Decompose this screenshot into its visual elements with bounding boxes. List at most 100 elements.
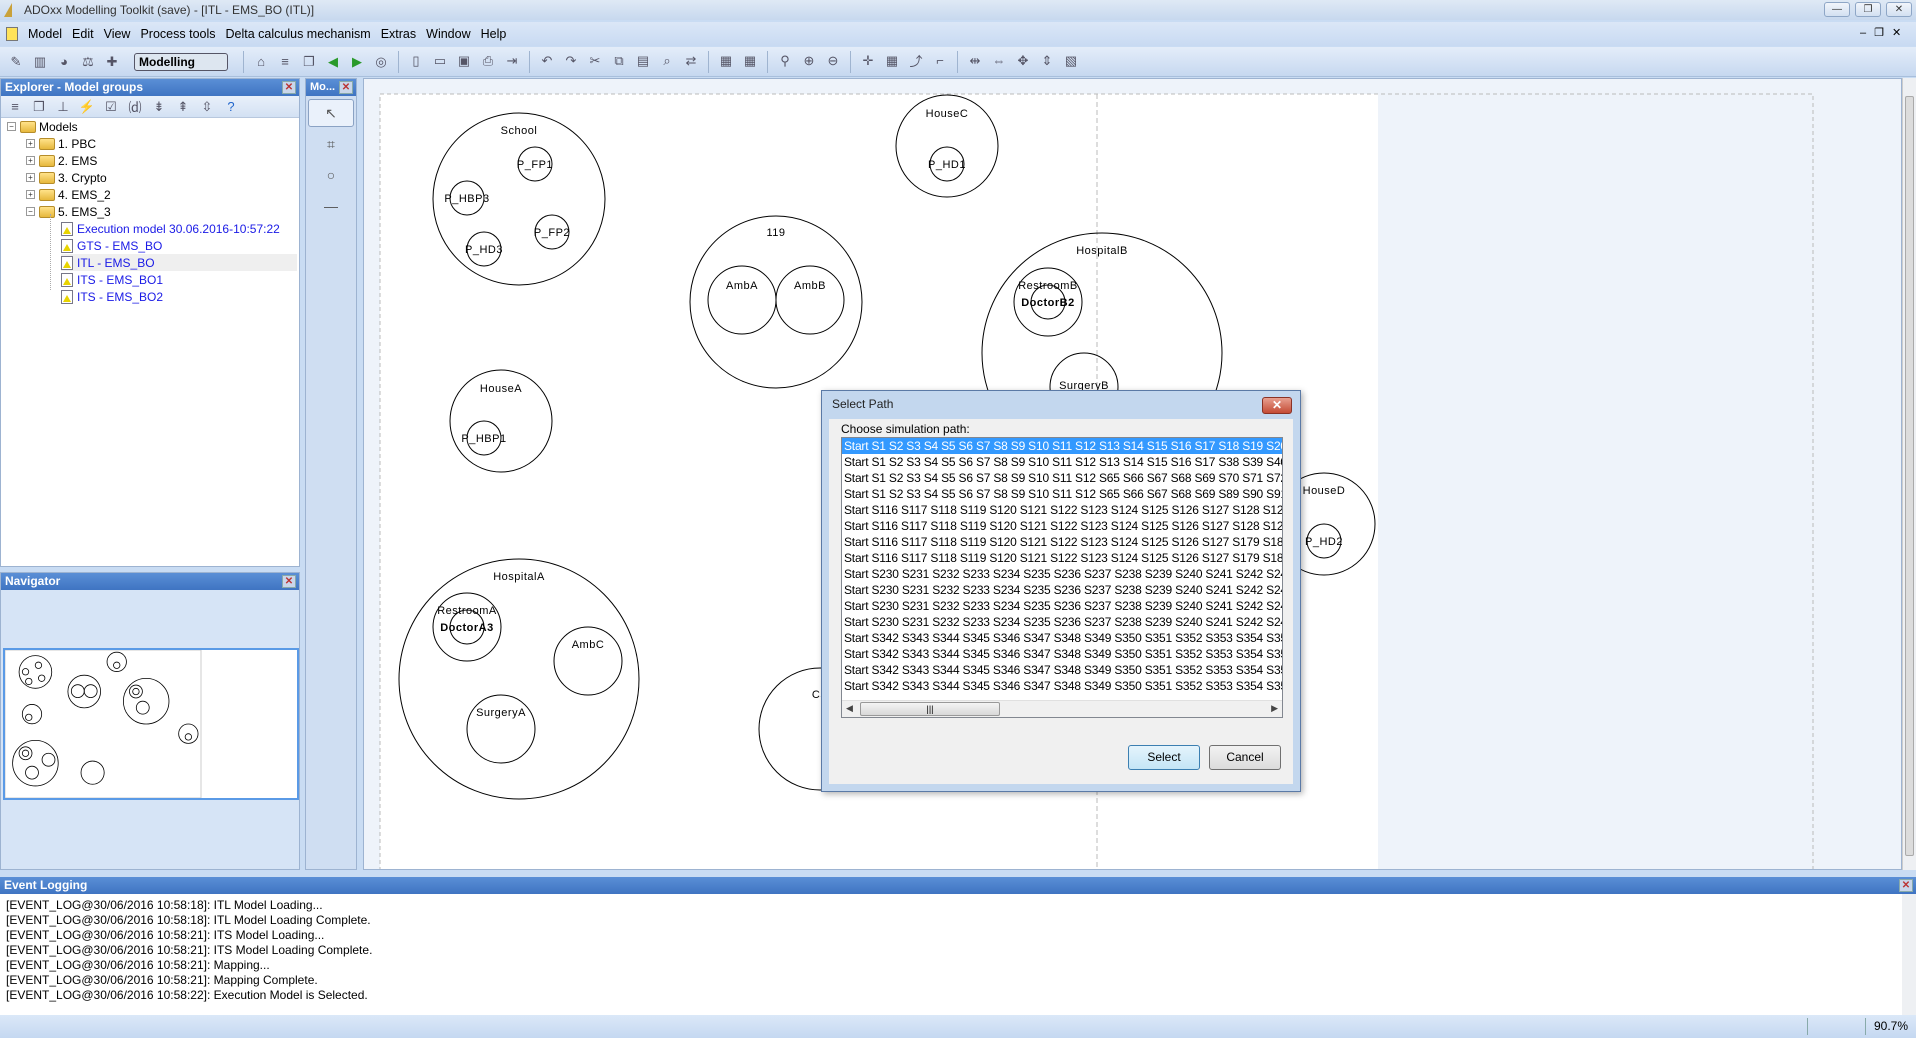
replace-icon[interactable]: ⇄ — [681, 51, 701, 71]
collapse-icon[interactable]: − — [7, 122, 16, 131]
puzzle-icon[interactable]: ✚ — [102, 52, 122, 72]
path-option[interactable]: Start S1 S2 S3 S4 S5 S6 S7 S8 S9 S10 S11… — [842, 438, 1282, 454]
mode-selector[interactable]: Modelling — [134, 52, 228, 71]
line-tool[interactable]: — — [308, 192, 354, 220]
tree-model[interactable]: ITL - EMS_BO — [61, 254, 297, 271]
forward-icon[interactable]: ▶ — [347, 52, 367, 72]
path-option[interactable]: Start S116 S117 S118 S119 S120 S121 S122… — [842, 518, 1282, 534]
save-icon[interactable]: ▣ — [454, 51, 474, 71]
path-option[interactable]: Start S1 S2 S3 S4 S5 S6 S7 S8 S9 S10 S11… — [842, 454, 1282, 470]
cut-icon[interactable]: ✂ — [585, 51, 605, 71]
tree-model[interactable]: Execution model 30.06.2016-10:57:22 — [61, 220, 297, 237]
check-folder-icon[interactable]: ☑ — [101, 97, 121, 117]
redo-icon[interactable]: ↷ — [561, 51, 581, 71]
close-icon[interactable]: ✕ — [1899, 879, 1913, 892]
zoom-in-icon[interactable]: ⊕ — [799, 51, 819, 71]
log-scrollbar[interactable] — [1902, 894, 1916, 1015]
expand-icon[interactable]: + — [26, 156, 35, 165]
bracket-icon[interactable]: ⒟ — [125, 97, 145, 117]
tree-model[interactable]: ITS - EMS_BO1 — [61, 271, 297, 288]
expand-icon[interactable]: + — [26, 173, 35, 182]
cancel-button[interactable]: Cancel — [1209, 745, 1281, 770]
horizontal-scrollbar[interactable]: ◀ ||| ▶ — [842, 700, 1282, 717]
grid-icon[interactable]: ▦ — [716, 51, 736, 71]
chart-icon[interactable]: ▥ — [30, 52, 50, 72]
layout-icon[interactable]: ▧ — [1061, 51, 1081, 71]
navigator-view[interactable] — [3, 648, 299, 800]
path-option[interactable]: Start S116 S117 S118 S119 S120 S121 S122… — [842, 534, 1282, 550]
lightning-icon[interactable]: ⚡ — [77, 97, 97, 117]
close-icon[interactable]: ✕ — [282, 575, 296, 588]
swimlane-tool[interactable]: ⌗ — [308, 130, 354, 158]
paste-icon[interactable]: ▤ — [633, 51, 653, 71]
print-icon[interactable]: ⎙ — [478, 51, 498, 71]
path-option[interactable]: Start S342 S343 S344 S345 S346 S347 S348… — [842, 678, 1282, 694]
menu-delta-calculus[interactable]: Delta calculus mechanism — [226, 27, 371, 41]
dialog-close-button[interactable]: ✕ — [1262, 397, 1292, 414]
tree-group[interactable]: − 5. EMS_3 — [26, 203, 111, 220]
close-icon[interactable]: ✕ — [282, 81, 296, 94]
menu-edit[interactable]: Edit — [72, 27, 94, 41]
grid2-icon[interactable]: ▦ — [882, 51, 902, 71]
close-button[interactable]: ✕ — [1886, 2, 1912, 17]
pie-icon[interactable]: ◕ — [54, 52, 74, 72]
route-icon[interactable]: ⌐ — [930, 51, 950, 71]
connect-icon[interactable]: ⤴ — [906, 51, 926, 71]
expand-icon[interactable]: ⇟ — [149, 97, 169, 117]
tree-model[interactable]: ITS - EMS_BO2 — [61, 288, 297, 305]
tree-root[interactable]: − Models — [7, 118, 78, 135]
tree-group[interactable]: +3. Crypto — [26, 169, 107, 186]
export-icon[interactable]: ⇥ — [502, 51, 522, 71]
menu-model[interactable]: Model — [28, 27, 62, 41]
path-option[interactable]: Start S230 S231 S232 S233 S234 S235 S236… — [842, 598, 1282, 614]
open-icon[interactable]: ▭ — [430, 51, 450, 71]
tree-group[interactable]: +2. EMS — [26, 152, 97, 169]
zoom-out-icon[interactable]: ⊖ — [823, 51, 843, 71]
table-icon[interactable]: ▦ — [740, 51, 760, 71]
path-option[interactable]: Start S230 S231 S232 S233 S234 S235 S236… — [842, 566, 1282, 582]
home-icon[interactable]: ⌂ — [251, 52, 271, 72]
crosshair-icon[interactable]: ✛ — [858, 51, 878, 71]
tree-group[interactable]: +4. EMS_2 — [26, 186, 111, 203]
edit-icon[interactable]: ✎ — [6, 52, 26, 72]
expand-all-icon[interactable]: ⇳ — [197, 97, 217, 117]
copy-icon[interactable]: ⧉ — [609, 51, 629, 71]
compass-icon[interactable]: ◎ — [371, 52, 391, 72]
zoom-icon[interactable]: ⚲ — [775, 51, 795, 71]
undo-icon[interactable]: ↶ — [537, 51, 557, 71]
balance-icon[interactable]: ⚖ — [78, 52, 98, 72]
distribute-icon[interactable]: ⇔ — [989, 51, 1009, 71]
database-icon[interactable]: ≡ — [5, 97, 25, 117]
align-icon[interactable]: ⇹ — [965, 51, 985, 71]
windows-icon[interactable]: ❐ — [29, 97, 49, 117]
menu-help[interactable]: Help — [481, 27, 507, 41]
path-option[interactable]: Start S342 S343 S344 S345 S346 S347 S348… — [842, 662, 1282, 678]
path-option[interactable]: Start S342 S343 S344 S345 S346 S347 S348… — [842, 630, 1282, 646]
mdi-controls[interactable]: –❐✕ — [1860, 26, 1909, 39]
tree-group[interactable]: +1. PBC — [26, 135, 96, 152]
select-button[interactable]: Select — [1128, 745, 1200, 770]
path-option[interactable]: Start S1 S2 S3 S4 S5 S6 S7 S8 S9 S10 S11… — [842, 486, 1282, 502]
path-option[interactable]: Start S230 S231 S232 S233 S234 S235 S236… — [842, 582, 1282, 598]
collapse-icon[interactable]: − — [26, 207, 35, 216]
circle-tool[interactable]: ○ — [308, 161, 354, 189]
pointer-tool[interactable]: ↖ — [308, 99, 354, 127]
path-option[interactable]: Start S116 S117 S118 S119 S120 S121 S122… — [842, 502, 1282, 518]
menu-extras[interactable]: Extras — [381, 27, 416, 41]
collapse-icon[interactable]: ⇞ — [173, 97, 193, 117]
expand-icon[interactable]: + — [26, 139, 35, 148]
path-option[interactable]: Start S230 S231 S232 S233 S234 S235 S236… — [842, 614, 1282, 630]
size-icon[interactable]: ⇕ — [1037, 51, 1057, 71]
find-icon[interactable]: ⌕ — [657, 51, 677, 71]
new-icon[interactable]: ▯ — [406, 51, 426, 71]
back-icon[interactable]: ◀ — [323, 52, 343, 72]
menu-process-tools[interactable]: Process tools — [140, 27, 215, 41]
windows-icon[interactable]: ❐ — [299, 52, 319, 72]
menu-window[interactable]: Window — [426, 27, 470, 41]
path-listbox[interactable]: Start S1 S2 S3 S4 S5 S6 S7 S8 S9 S10 S11… — [841, 437, 1283, 718]
minimize-button[interactable]: — — [1824, 2, 1850, 17]
menu-view[interactable]: View — [104, 27, 131, 41]
path-option[interactable]: Start S342 S343 S344 S345 S346 S347 S348… — [842, 646, 1282, 662]
move-icon[interactable]: ✥ — [1013, 51, 1033, 71]
path-option[interactable]: Start S1 S2 S3 S4 S5 S6 S7 S8 S9 S10 S11… — [842, 470, 1282, 486]
